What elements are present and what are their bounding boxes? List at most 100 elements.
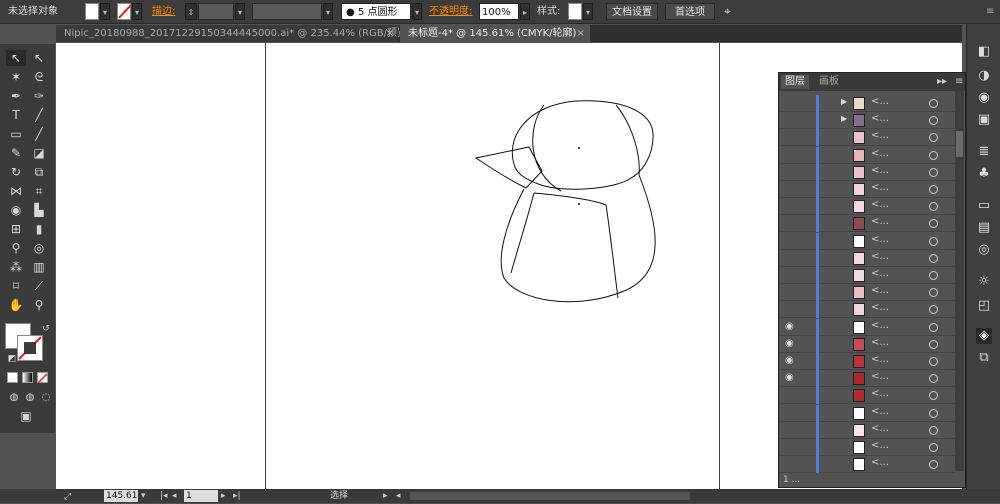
layer-name[interactable]: <...	[871, 440, 889, 451]
layer-name[interactable]: <...	[871, 388, 889, 399]
layer-name[interactable]: <...	[871, 251, 889, 262]
fill-swatch[interactable]	[85, 3, 99, 20]
layer-row[interactable]: <...	[779, 249, 955, 267]
layer-name[interactable]: <...	[871, 320, 889, 331]
artboards-icon[interactable]: ⧉	[976, 350, 992, 366]
layers-icon[interactable]: ◈	[976, 328, 992, 344]
arrange-icon[interactable]: ⌖	[724, 3, 744, 20]
selection-tool-icon[interactable]: ↖	[6, 50, 26, 66]
curvature-tool-icon[interactable]: ✑	[29, 88, 49, 104]
target-circle-icon[interactable]	[929, 99, 938, 108]
scroll-thumb[interactable]	[956, 131, 963, 157]
target-circle-icon[interactable]	[929, 116, 938, 126]
visibility-eye-icon[interactable]: ◉	[785, 373, 797, 383]
visibility-eye-icon[interactable]: ◉	[785, 338, 797, 349]
appearance-icon[interactable]: ☼	[976, 274, 992, 290]
target-circle-icon[interactable]	[929, 339, 938, 349]
perspective-grid-tool-icon[interactable]: ▙	[29, 202, 49, 218]
layer-name[interactable]: <...	[871, 457, 889, 468]
layer-row[interactable]: ◉ <...	[779, 318, 955, 336]
target-circle-icon[interactable]	[929, 133, 938, 143]
layer-name[interactable]: <...	[871, 182, 889, 193]
target-circle-icon[interactable]	[929, 219, 938, 229]
layer-row[interactable]: <...	[779, 267, 955, 284]
hand-tool-icon[interactable]: ✋	[6, 297, 26, 313]
visibility-eye-icon[interactable]: ◉	[785, 356, 797, 366]
layer-name[interactable]: <...	[871, 423, 889, 434]
transparency-icon[interactable]: ◎	[976, 242, 992, 258]
layer-row[interactable]: <...	[779, 129, 955, 147]
layer-row[interactable]: <...	[779, 439, 955, 456]
collapse-panel-icon[interactable]: ▸▸	[933, 75, 951, 89]
visibility-eye-icon[interactable]	[785, 304, 797, 314]
target-circle-icon[interactable]	[929, 425, 938, 435]
visibility-eye-icon[interactable]	[785, 442, 797, 452]
stroke-label[interactable]: 描边:	[152, 3, 175, 20]
target-circle-icon[interactable]	[929, 236, 938, 246]
layer-name[interactable]: <...	[871, 302, 889, 313]
layer-name[interactable]: <...	[871, 337, 889, 348]
layer-row[interactable]: <...	[779, 146, 955, 164]
layer-name[interactable]: <...	[871, 354, 889, 365]
layer-row[interactable]: ▶ <...	[779, 95, 955, 112]
color-panel-icon[interactable]: ◧	[976, 44, 992, 60]
scroll-left-icon[interactable]: ◂	[396, 489, 401, 503]
visibility-eye-icon[interactable]	[785, 236, 797, 246]
slice-tool-icon[interactable]: ⟋	[29, 278, 49, 294]
preferences-button[interactable]: 首选项	[665, 3, 715, 20]
target-circle-icon[interactable]	[929, 271, 938, 280]
direct-selection-tool-icon[interactable]: ↖	[29, 50, 49, 66]
document-setup-button[interactable]: 文档设置	[606, 3, 658, 20]
fill-dropdown-icon[interactable]: ▾	[100, 3, 110, 20]
layer-name[interactable]: <...	[871, 199, 889, 210]
target-circle-icon[interactable]	[929, 357, 938, 366]
symbols-icon[interactable]: ♣	[976, 166, 992, 182]
paintbrush-tool-icon[interactable]: ╱	[29, 126, 49, 142]
visibility-eye-icon[interactable]	[785, 167, 797, 177]
swap-fill-stroke-icon[interactable]: ↺	[36, 321, 56, 337]
symbol-sprayer-tool-icon[interactable]: ⁂	[6, 259, 26, 275]
target-circle-icon[interactable]	[929, 167, 938, 177]
stroke-weight-field[interactable]	[198, 3, 234, 20]
visibility-eye-icon[interactable]	[785, 390, 797, 400]
stroke-swatch[interactable]	[117, 3, 132, 20]
close-icon[interactable]: ×	[386, 25, 394, 42]
target-circle-icon[interactable]	[929, 185, 938, 194]
layer-name[interactable]: <...	[871, 234, 889, 245]
layer-row[interactable]: <...	[779, 198, 955, 216]
first-page-icon[interactable]: |◂	[160, 489, 168, 503]
target-circle-icon[interactable]	[929, 391, 938, 401]
default-colors-icon[interactable]: ◩	[2, 351, 22, 367]
visibility-eye-icon[interactable]	[785, 201, 797, 211]
free-transform-tool-icon[interactable]: ⌗	[29, 183, 49, 199]
magic-wand-tool-icon[interactable]: ✶	[6, 69, 26, 85]
pen-tool-icon[interactable]: ✒	[6, 88, 26, 104]
visibility-eye-icon[interactable]	[785, 115, 797, 125]
layer-row[interactable]: <...	[779, 301, 955, 319]
last-page-icon[interactable]: ▸|	[233, 489, 241, 503]
layer-row[interactable]: ◉ <...	[779, 335, 955, 353]
swatches-icon[interactable]: ◉	[976, 90, 992, 106]
pencil-tool-icon[interactable]: ✎	[6, 145, 26, 161]
brushes-icon[interactable]: ▣	[976, 112, 992, 128]
visibility-eye-icon[interactable]	[785, 184, 797, 194]
color-mode-icon[interactable]	[7, 372, 18, 383]
layer-row[interactable]: <...	[779, 387, 955, 405]
zoom-field[interactable]: 145.61	[104, 490, 138, 502]
opacity-dropdown-icon[interactable]: ▸	[520, 3, 530, 20]
prev-page-icon[interactable]: ◂	[172, 489, 177, 503]
line-tool-icon[interactable]: ╱	[29, 107, 49, 123]
target-circle-icon[interactable]	[929, 460, 938, 470]
visibility-eye-icon[interactable]	[785, 150, 797, 160]
expand-triangle-icon[interactable]: ▶	[841, 114, 847, 123]
graphic-styles-icon[interactable]: ▭	[976, 198, 992, 214]
visibility-eye-icon[interactable]	[785, 253, 797, 263]
target-circle-icon[interactable]	[929, 288, 938, 298]
opacity-label[interactable]: 不透明度:	[429, 3, 472, 20]
target-circle-icon[interactable]	[929, 322, 938, 332]
target-circle-icon[interactable]	[929, 374, 938, 384]
style-dropdown-icon[interactable]: ▾	[583, 3, 593, 20]
target-circle-icon[interactable]	[929, 443, 938, 452]
visibility-eye-icon[interactable]	[785, 218, 797, 228]
none-mode-icon[interactable]	[37, 372, 48, 384]
